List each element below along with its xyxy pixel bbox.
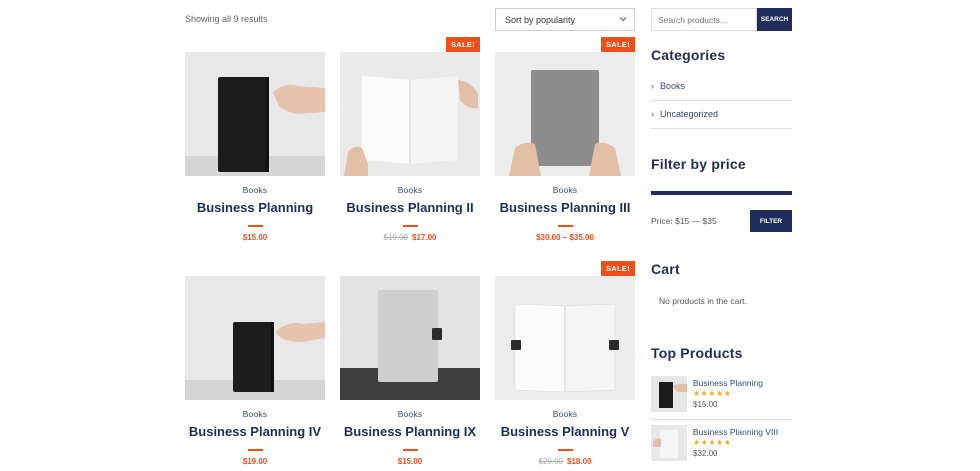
cart-empty-message: No products in the cart. [659, 296, 747, 306]
product-category[interactable]: Books [495, 185, 635, 195]
category-label: Books [660, 81, 686, 91]
top-product-name[interactable]: Business Planning VIII [693, 427, 778, 437]
sort-selected-label: Sort by popularity [505, 15, 576, 25]
product-title[interactable]: Business Planning II [340, 200, 480, 215]
filter-button[interactable]: FILTER [750, 210, 792, 232]
category-link-uncategorized[interactable]: › Uncategorized [651, 109, 792, 119]
product-photo [340, 52, 480, 176]
star-rating: ★★★★★ [693, 389, 732, 398]
product-price: $20.00 $18.00 [495, 457, 635, 466]
product-photo [495, 52, 635, 176]
sale-badge: SALE! [601, 37, 635, 52]
product-image[interactable] [495, 52, 635, 176]
product-photo [495, 276, 635, 400]
divider [651, 100, 792, 101]
title-divider [557, 225, 573, 227]
price-current: $17.00 [412, 233, 437, 242]
price-old: $19.00 [383, 233, 408, 242]
product-category[interactable]: Books [185, 409, 325, 419]
chevron-down-icon [619, 17, 627, 22]
filter-title: Filter by price [651, 156, 746, 172]
price-current: $15.00 [397, 457, 423, 466]
title-divider [402, 225, 418, 227]
category-link-books[interactable]: › Books [651, 81, 792, 91]
product-price: $19.00 [185, 457, 325, 466]
product-category[interactable]: Books [185, 185, 325, 195]
divider [651, 419, 792, 420]
product-category[interactable]: Books [495, 409, 635, 419]
top-products-title: Top Products [651, 345, 743, 361]
top-product-price: $32.00 [693, 449, 718, 458]
product-photo [185, 52, 325, 176]
sale-badge: SALE! [446, 37, 480, 52]
product-photo [185, 276, 325, 400]
product-title[interactable]: Business Planning IV [185, 424, 325, 439]
top-product-name[interactable]: Business Planning [693, 378, 763, 388]
product-card[interactable]: SALE! Books Business Planning II $19.00 $… [340, 37, 480, 242]
product-photo [340, 276, 480, 400]
product-image[interactable] [185, 52, 325, 176]
product-price: $19.00 $17.00 [340, 233, 480, 242]
product-image[interactable] [495, 276, 635, 400]
product-price: $15.00 [185, 233, 325, 242]
category-label: Uncategorized [660, 109, 719, 119]
cart-title: Cart [651, 261, 680, 277]
product-image[interactable] [185, 276, 325, 400]
product-card[interactable]: Books Business Planning IV $19.00 [185, 276, 325, 466]
search-input[interactable] [651, 8, 757, 31]
price-slider[interactable] [651, 191, 792, 195]
product-card[interactable]: Books Business Planning $15.00 [185, 52, 325, 242]
sale-badge: SALE! [601, 261, 635, 276]
title-divider [402, 449, 418, 451]
product-card[interactable]: Books Business Planning IX $15.00 [340, 276, 480, 466]
chevron-right-icon: › [651, 109, 654, 119]
product-category[interactable]: Books [340, 185, 480, 195]
sort-select[interactable]: Sort by popularity [495, 8, 635, 31]
chevron-right-icon: › [651, 81, 654, 91]
top-product-thumbnail[interactable] [651, 425, 687, 461]
product-photo [651, 376, 687, 412]
product-photo [651, 425, 687, 461]
results-count: Showing all 9 results [185, 14, 268, 24]
title-divider [557, 449, 573, 451]
product-image[interactable] [340, 52, 480, 176]
price-current: $15.00 [242, 233, 268, 242]
product-card[interactable]: SALE! Books Business Planning V $20.00 $1… [495, 261, 635, 466]
price-current: $30.00 – $35.00 [536, 233, 594, 242]
top-product-thumbnail[interactable] [651, 376, 687, 412]
price-current: $19.00 [242, 457, 268, 466]
price-range-label: Price: $15 — $35 [651, 216, 717, 226]
title-divider [247, 449, 263, 451]
title-divider [247, 225, 263, 227]
star-rating: ★★★★★ [693, 438, 732, 447]
price-current: $18.00 [567, 457, 592, 466]
search-button[interactable]: SEARCH [757, 8, 792, 31]
product-title[interactable]: Business Planning III [495, 200, 635, 215]
product-price: $15.00 [340, 457, 480, 466]
product-title[interactable]: Business Planning IX [340, 424, 480, 439]
top-product-item[interactable]: Business Planning ★★★★★ $15.00 [651, 376, 792, 414]
product-category[interactable]: Books [340, 409, 480, 419]
product-image[interactable] [340, 276, 480, 400]
product-title[interactable]: Business Planning [185, 200, 325, 215]
product-title[interactable]: Business Planning V [495, 424, 635, 439]
divider [651, 128, 792, 129]
product-search: SEARCH [651, 8, 792, 31]
product-price: $30.00 – $35.00 [495, 233, 635, 242]
price-old: $20.00 [538, 457, 563, 466]
categories-title: Categories [651, 47, 726, 63]
product-card[interactable]: SALE! Books Business Planning III $30.00… [495, 37, 635, 242]
top-product-price: $15.00 [693, 400, 718, 409]
top-product-item[interactable]: Business Planning VIII ★★★★★ $32.00 [651, 425, 792, 463]
